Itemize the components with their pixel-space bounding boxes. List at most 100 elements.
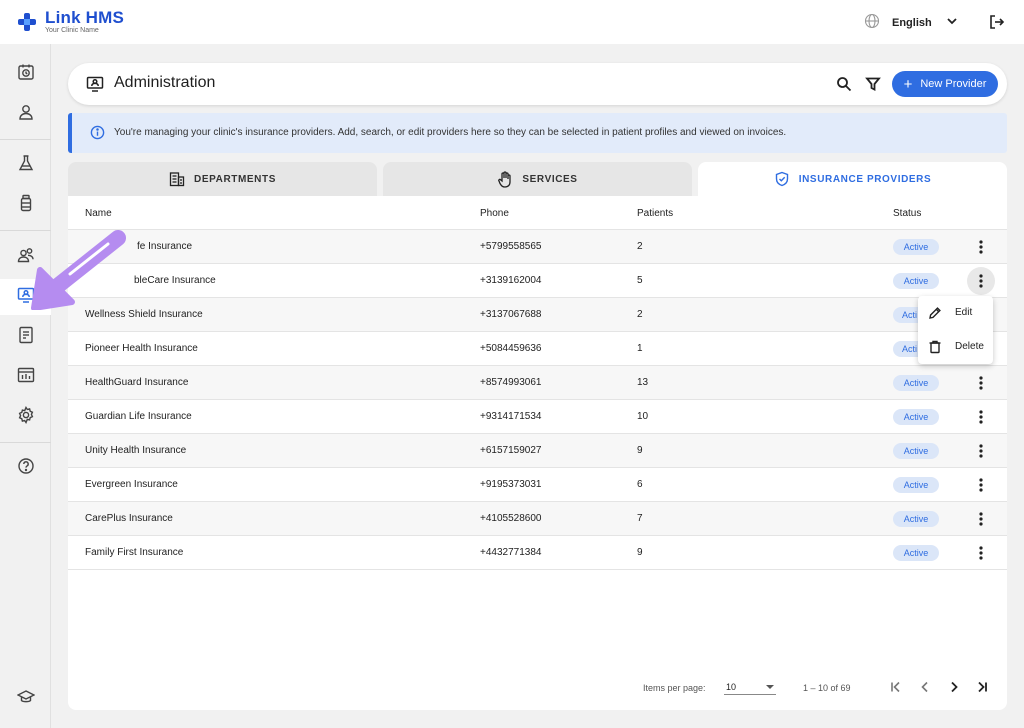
more-vert-icon[interactable] [967,505,995,533]
provider-patients: 1 [637,343,643,354]
provider-patients: 10 [637,411,649,422]
table-row[interactable]: CarePlus Insurance +4105528600 7 Active [68,502,1007,536]
more-vert-icon[interactable] [967,471,995,499]
info-icon [90,125,105,145]
tab-departments-label: DEPARTMENTS [194,173,276,185]
pointer-arrow-icon [31,230,126,310]
tab-services[interactable]: SERVICES [383,162,692,196]
chevron-down-icon [946,15,958,30]
table-row[interactable]: Guardian Life Insurance +9314171534 10 A… [68,400,1007,434]
table-header: Name Phone Patients Status [68,196,1007,230]
sidebar-item-appointments[interactable] [0,56,51,92]
search-icon[interactable] [836,76,852,97]
more-vert-icon[interactable] [967,233,995,261]
provider-name: Family First Insurance [85,547,184,558]
tab-insurance-providers[interactable]: INSURANCE PROVIDERS [698,162,1007,196]
calendar-clock-icon [17,63,35,86]
info-banner: You're managing your clinic's insurance … [68,113,1007,153]
table-row[interactable]: fe Insurance +5799558565 2 Active [68,230,1007,264]
status-badge: Active [893,273,939,289]
invoice-icon [17,326,35,349]
chart-icon [17,366,35,389]
provider-patients: 9 [637,445,643,456]
column-header-phone[interactable]: Phone [480,208,509,219]
status-badge: Active [893,375,939,391]
status-badge: Active [893,443,939,459]
globe-icon [864,13,880,32]
more-vert-icon[interactable] [967,403,995,431]
status-badge: Active [893,545,939,561]
provider-patients: 2 [637,309,643,320]
provider-phone: +3139162004 [480,275,542,286]
provider-patients: 6 [637,479,643,490]
page-range: 1 – 10 of 69 [803,683,851,693]
next-page-icon[interactable] [947,680,961,696]
top-bar: Link HMS Your Clinic Name English [0,0,1024,44]
caret-down-icon [766,685,774,689]
provider-phone: +4105528600 [480,513,542,524]
menu-item-delete-label: Delete [955,341,984,352]
provider-name: Guardian Life Insurance [85,411,192,422]
table-row[interactable]: Pioneer Health Insurance +5084459636 1 A… [68,332,1007,366]
table-row[interactable]: Wellness Shield Insurance +3137067688 2 … [68,298,1007,332]
first-page-icon[interactable] [889,680,903,696]
prev-page-icon[interactable] [918,680,932,696]
items-per-page-select[interactable]: 10 [724,679,776,695]
table-row[interactable]: Evergreen Insurance +9195373031 6 Active [68,468,1007,502]
provider-phone: +9314171534 [480,411,542,422]
language-selector[interactable]: English [864,13,958,32]
provider-patients: 9 [637,547,643,558]
info-banner-text: You're managing your clinic's insurance … [114,127,787,138]
help-circle-icon [17,457,35,480]
provider-phone: +3137067688 [480,309,542,320]
pencil-icon [928,306,942,323]
providers-table: Name Phone Patients Status fe Insurance … [68,196,1007,710]
more-vert-icon[interactable] [967,539,995,567]
tab-services-label: SERVICES [522,173,578,185]
column-header-name[interactable]: Name [85,208,112,219]
sidebar-item-settings[interactable] [0,399,51,435]
provider-name: bleCare Insurance [134,275,216,286]
medicine-bottle-icon [17,194,35,217]
sidebar-item-pharmacy[interactable] [0,187,51,223]
tab-departments[interactable]: DEPARTMENTS [68,162,377,196]
provider-phone: +9195373031 [480,479,542,490]
provider-name: CarePlus Insurance [85,513,173,524]
sidebar-item-reports[interactable] [0,359,51,395]
sidebar-item-lab[interactable] [0,147,51,183]
tab-insurance-providers-label: INSURANCE PROVIDERS [798,173,932,185]
items-per-page-label: Items per page: [643,683,706,693]
more-vert-icon[interactable] [967,267,995,295]
sidebar-item-billing[interactable] [0,319,51,355]
pagination: Items per page: 10 1 – 10 of 69 [68,676,1007,700]
more-vert-icon[interactable] [967,437,995,465]
new-provider-button[interactable]: + New Provider [892,71,998,97]
sidebar-item-training[interactable] [0,681,51,717]
brand[interactable]: Link HMS Your Clinic Name [16,9,124,34]
table-row[interactable]: bleCare Insurance +3139162004 5 Active [68,264,1007,298]
table-row[interactable]: Unity Health Insurance +6157159027 9 Act… [68,434,1007,468]
filter-icon[interactable] [865,76,881,97]
last-page-icon[interactable] [975,680,989,696]
plus-icon: + [903,75,913,93]
more-vert-icon[interactable] [967,369,995,397]
provider-patients: 13 [637,377,649,388]
menu-item-edit-label: Edit [955,307,973,318]
provider-phone: +6157159027 [480,445,542,456]
column-header-status[interactable]: Status [893,208,921,219]
hand-icon [497,170,513,188]
items-per-page-value: 10 [726,682,737,692]
status-badge: Active [893,409,939,425]
sidebar-item-help[interactable] [0,450,51,486]
menu-item-delete[interactable]: Delete [918,330,993,364]
provider-name: Wellness Shield Insurance [85,309,203,320]
column-header-patients[interactable]: Patients [637,208,673,219]
table-row[interactable]: Family First Insurance +4432771384 9 Act… [68,536,1007,570]
sidebar-item-patients[interactable] [0,96,51,132]
logout-icon[interactable] [988,13,1006,36]
menu-item-edit[interactable]: Edit [918,296,993,330]
table-row[interactable]: HealthGuard Insurance +8574993061 13 Act… [68,366,1007,400]
page-header: Administration + New Provider [68,63,1007,105]
provider-name: fe Insurance [137,241,193,252]
status-badge: Active [893,477,939,493]
